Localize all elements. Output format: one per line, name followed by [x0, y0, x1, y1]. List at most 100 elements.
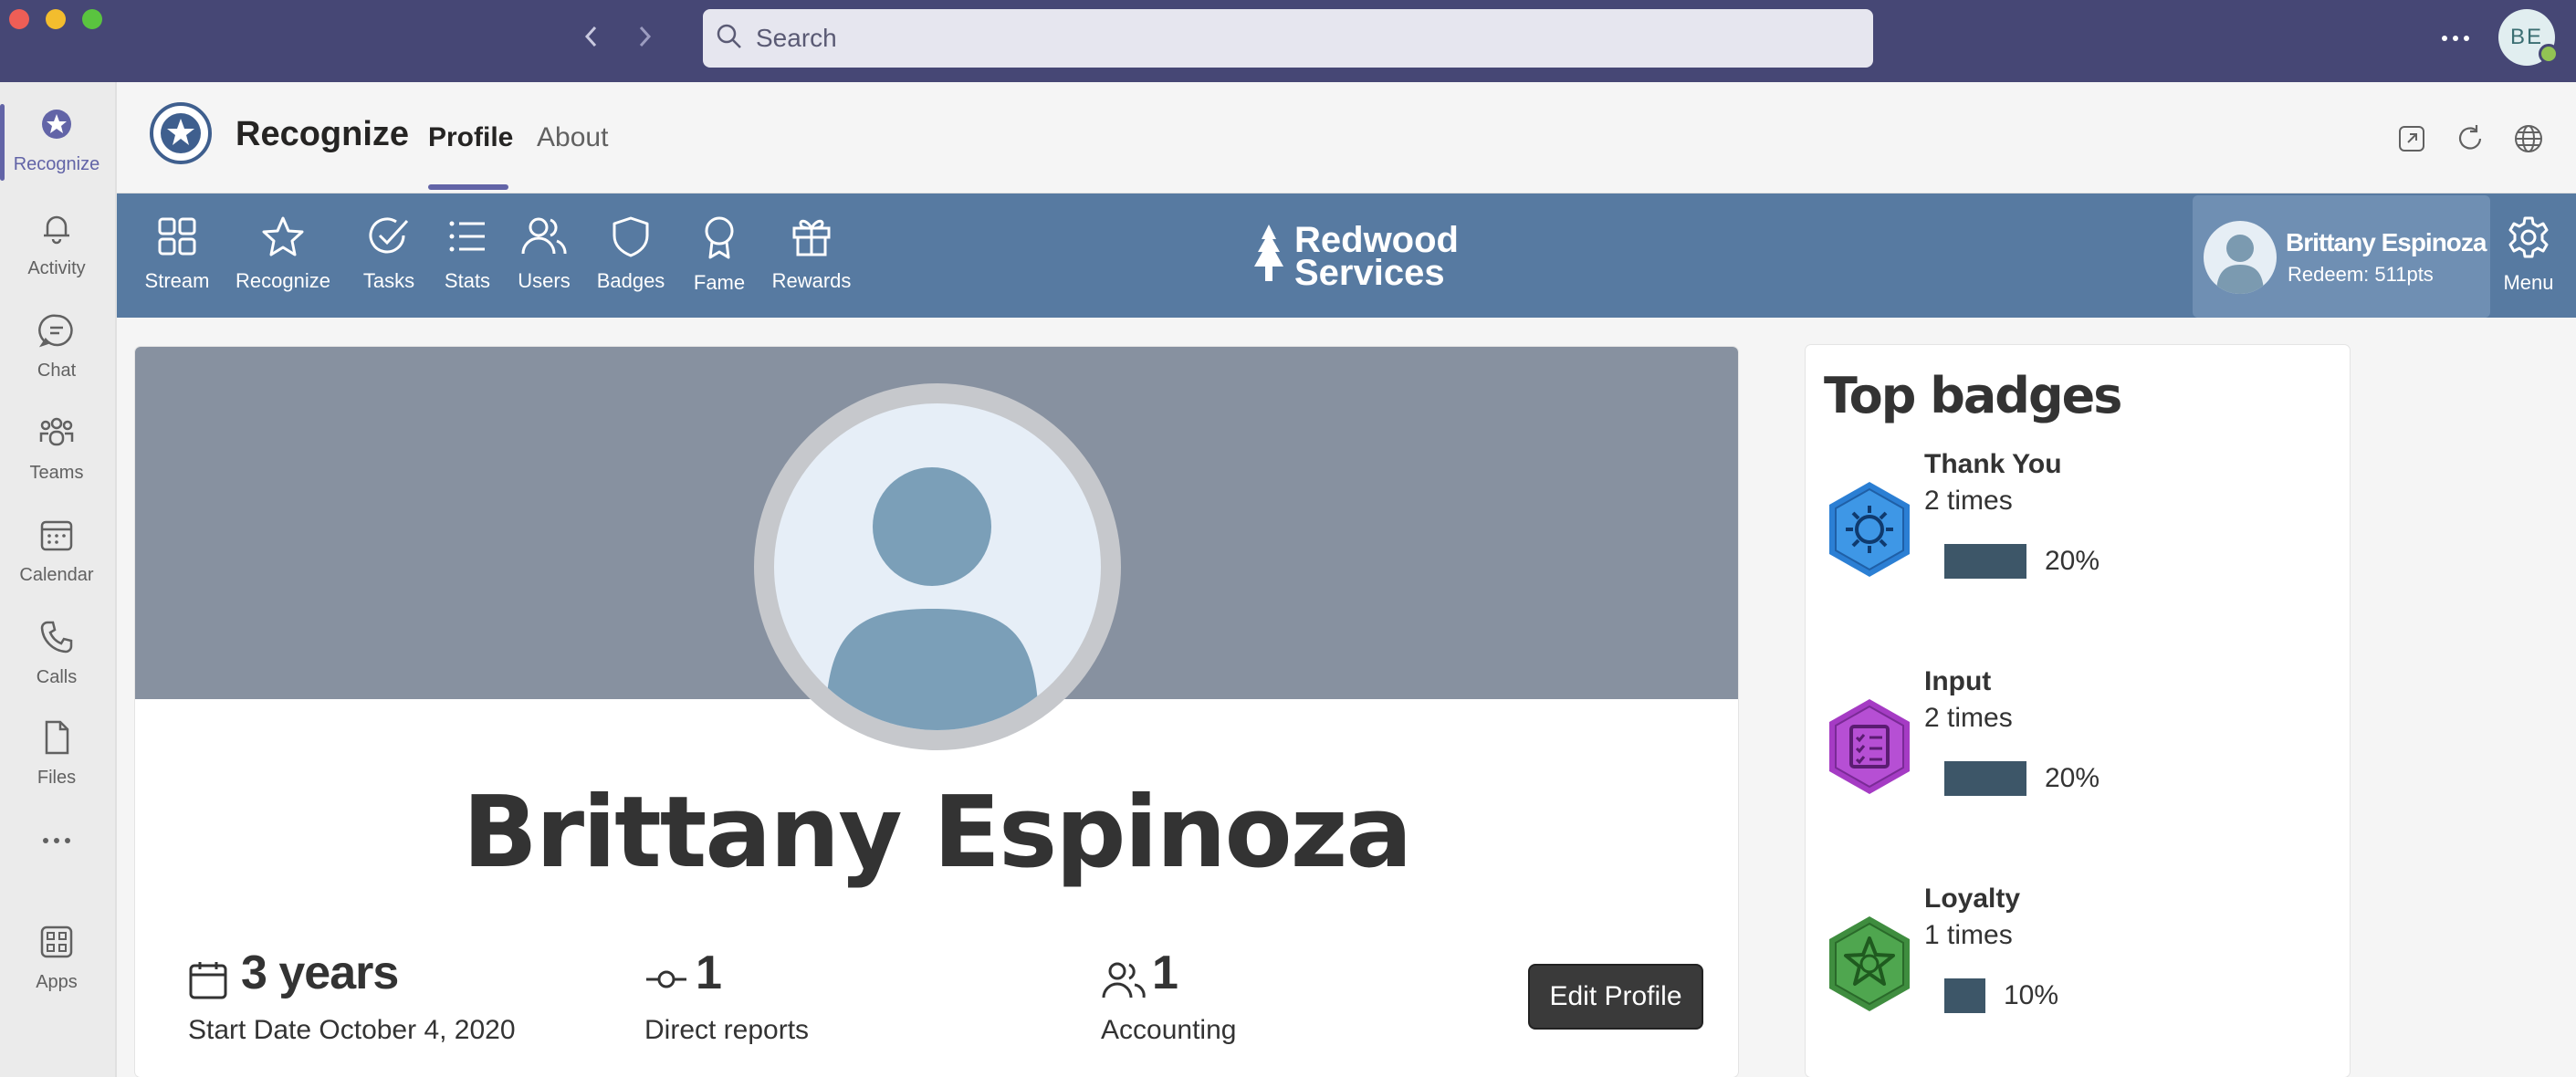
team-name: Accounting	[1101, 1015, 1237, 1045]
rail-label: Files	[37, 768, 77, 788]
company-logo: Redwood Services	[1251, 221, 1459, 291]
back-arrow-icon[interactable]	[575, 20, 608, 53]
rail-item-teams[interactable]: Teams	[0, 409, 113, 500]
file-icon	[38, 719, 75, 760]
active-tab-indicator	[428, 184, 508, 190]
left-rail: Recognize Activity Chat Teams Calendar C…	[0, 82, 117, 1077]
team-count: 1	[1152, 946, 1178, 999]
users-icon	[1101, 960, 1147, 1005]
toolbar-label: Fame	[693, 271, 746, 294]
chat-icon	[38, 312, 75, 353]
user-initials: BE	[2509, 25, 2543, 49]
toolbar-stream[interactable]: Stream	[145, 215, 209, 293]
list-icon	[446, 215, 488, 262]
badge-count: 2 times	[1924, 703, 2013, 733]
rail-item-more[interactable]	[0, 821, 113, 913]
badge-percent: 20%	[2045, 546, 2100, 576]
toolbar-stats[interactable]: Stats	[440, 215, 495, 293]
tenure-value: 3 years	[241, 946, 399, 999]
profile-card: Brittany Espinoza 3 years Start Date Oct…	[135, 347, 1738, 1077]
apps-icon	[38, 924, 75, 965]
tab-about[interactable]: About	[537, 122, 608, 153]
teams-icon	[38, 414, 75, 455]
bell-icon	[38, 210, 75, 251]
user-chip-points: Redeem: 511pts	[2288, 263, 2434, 286]
toolbar-fame[interactable]: Fame	[692, 215, 747, 295]
badge-loyalty[interactable]: Loyalty 1 times 10%	[1806, 884, 2350, 1066]
minimize-window-button[interactable]	[46, 9, 66, 29]
more-options-icon[interactable]	[2435, 20, 2476, 57]
checklist-icon	[1826, 697, 1913, 800]
popout-icon[interactable]	[2393, 120, 2430, 157]
menu-button[interactable]: Menu	[2492, 215, 2565, 295]
forward-arrow-icon[interactable]	[628, 20, 661, 53]
badge-percent: 10%	[2004, 980, 2059, 1010]
rail-label: Chat	[37, 361, 77, 381]
zoom-window-button[interactable]	[82, 9, 102, 29]
badge-percent: 20%	[2045, 763, 2100, 793]
edit-profile-button[interactable]: Edit Profile	[1528, 964, 1703, 1030]
search-placeholder: Search	[756, 24, 837, 52]
gift-icon	[791, 215, 832, 262]
calendar-icon	[188, 960, 228, 1005]
rail-item-activity[interactable]: Activity	[0, 204, 113, 296]
badge-input[interactable]: Input 2 times 20%	[1806, 666, 2350, 849]
search-input[interactable]: Search	[703, 9, 1873, 68]
teams-window: { "titlebar": { "search_placeholder": "S…	[0, 0, 2576, 1077]
badge-progress-bar	[1944, 761, 2026, 796]
refresh-icon[interactable]	[2452, 120, 2488, 157]
rail-label: Recognize	[13, 154, 100, 174]
toolbar-rewards[interactable]: Rewards	[772, 215, 851, 293]
calendar-icon	[38, 517, 75, 558]
menu-label: Menu	[2503, 271, 2554, 294]
badge-thank-you[interactable]: Thank You 2 times 20%	[1806, 449, 2350, 632]
user-chip-name: Brittany Espinoza	[2286, 228, 2487, 256]
commit-icon	[644, 966, 688, 998]
profile-name: Brittany Espinoza	[462, 776, 1413, 890]
user-points-chip[interactable]: Brittany Espinoza Redeem: 511pts	[2193, 195, 2490, 318]
toolbar-recognize[interactable]: Recognize	[236, 215, 330, 293]
rail-item-calendar[interactable]: Calendar	[0, 511, 113, 602]
recognize-icon	[38, 106, 75, 147]
tab-profile[interactable]: Profile	[428, 122, 513, 153]
toolbar-users[interactable]: Users	[515, 215, 573, 293]
rail-label: Activity	[27, 258, 86, 278]
top-badges-title: Top badges	[1824, 367, 2122, 424]
toolbar-label: Tasks	[362, 269, 415, 292]
badge-count: 2 times	[1924, 486, 2013, 516]
direct-reports-count: 1	[696, 946, 722, 999]
recognize-logo-icon	[150, 102, 212, 164]
check-circle-icon	[367, 215, 411, 262]
user-avatar-icon	[2204, 221, 2277, 294]
more-icon	[38, 827, 75, 859]
rail-item-files[interactable]: Files	[0, 714, 113, 805]
toolbar-tasks[interactable]: Tasks	[361, 215, 416, 293]
presence-available-icon	[2539, 44, 2559, 64]
toolbar-label: Badges	[596, 269, 665, 292]
toolbar-label: Stream	[144, 269, 210, 292]
recognize-toolbar: Stream Recognize Tasks Stats Users Badge…	[117, 193, 2576, 318]
phone-icon	[38, 619, 75, 660]
toolbar-badges[interactable]: Badges	[597, 215, 665, 293]
grid-icon	[156, 215, 198, 262]
rail-item-chat[interactable]: Chat	[0, 307, 113, 398]
user-avatar[interactable]: BE	[2498, 9, 2559, 66]
profile-avatar	[754, 383, 1121, 750]
app-title: Recognize	[236, 115, 410, 153]
rail-item-apps[interactable]: Apps	[0, 918, 113, 1009]
globe-icon[interactable]	[2510, 120, 2547, 157]
rail-item-recognize[interactable]: Recognize	[0, 100, 113, 192]
award-icon	[701, 215, 738, 264]
rail-item-calls[interactable]: Calls	[0, 613, 113, 705]
toolbar-label: Users	[518, 269, 571, 292]
toolbar-label: Recognize	[236, 269, 330, 292]
title-bar: Search BE	[0, 0, 2576, 82]
gear-icon	[2507, 215, 2550, 264]
badge-count: 1 times	[1924, 920, 2013, 950]
close-window-button[interactable]	[9, 9, 29, 29]
badge-name: Thank You	[1924, 449, 2062, 479]
person-silhouette-icon	[774, 403, 1101, 730]
badge-name: Loyalty	[1924, 884, 2021, 914]
star-badge-icon	[1826, 915, 1913, 1018]
tree-icon	[1251, 221, 1287, 291]
